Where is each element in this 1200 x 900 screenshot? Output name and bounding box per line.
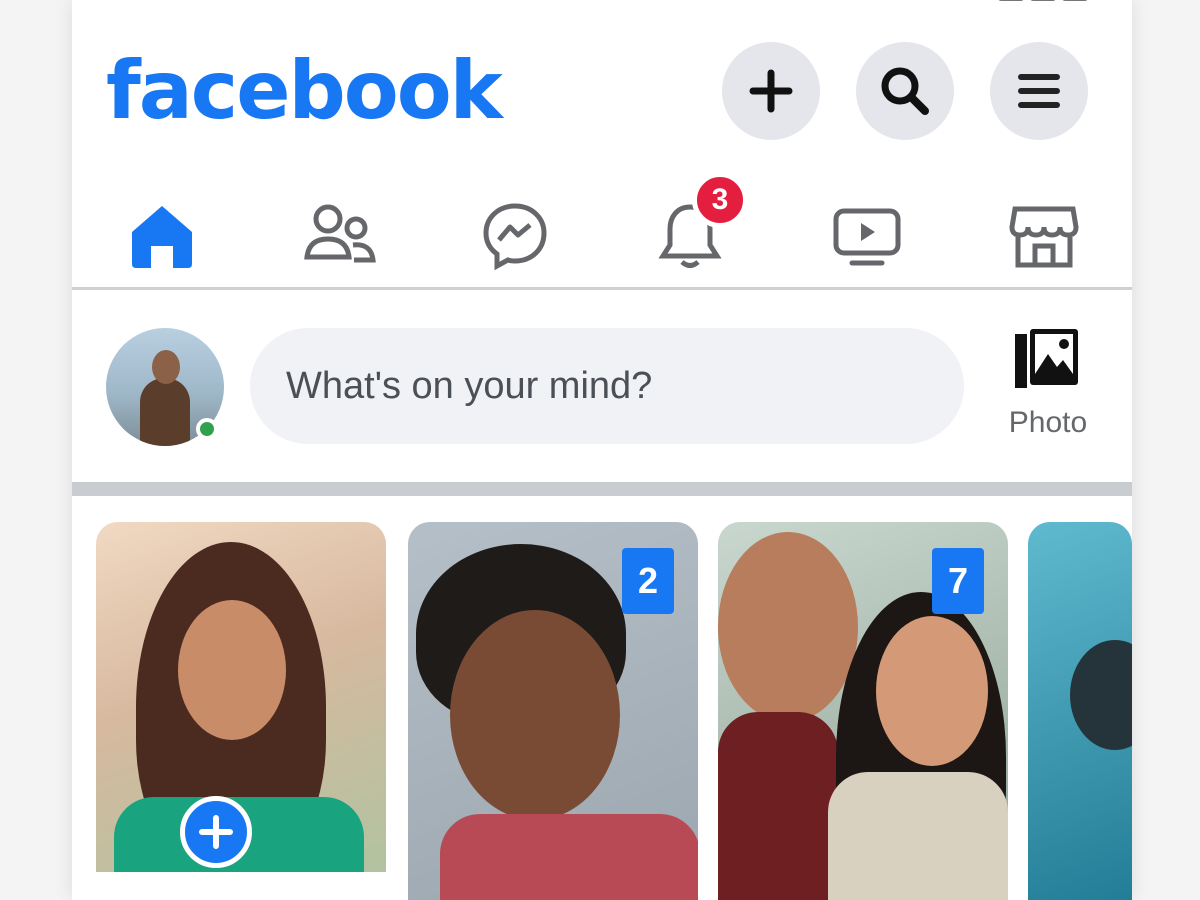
create-story-footer	[96, 872, 386, 900]
create-button[interactable]	[722, 42, 820, 140]
tab-friends[interactable]	[290, 188, 390, 284]
add-story-button[interactable]	[180, 796, 252, 868]
photo-label[interactable]: Photo	[988, 406, 1108, 440]
search-icon	[881, 67, 929, 115]
status-bar	[72, 0, 1132, 6]
story-count-badge: 7	[932, 548, 984, 614]
messenger-icon	[483, 203, 547, 271]
whats-on-your-mind-input[interactable]: What's on your mind?	[250, 328, 964, 444]
story-face	[450, 610, 620, 820]
menu-button[interactable]	[990, 42, 1088, 140]
section-divider	[72, 482, 1132, 496]
story-count-badge: 2	[622, 548, 674, 614]
stories-tray: 2 7	[72, 496, 1132, 900]
story-face	[1070, 640, 1132, 750]
story-shirt	[828, 772, 1008, 900]
watch-icon	[833, 208, 901, 266]
main-navigation	[72, 180, 1132, 290]
photo-icon[interactable]	[1012, 326, 1082, 394]
marketplace-icon	[1009, 206, 1079, 268]
facebook-logo[interactable]: facebook	[106, 44, 503, 137]
story-card[interactable]: 7	[718, 522, 1008, 900]
facebook-mobile-screen: facebook 3 What's on your mind? Photo 2 …	[72, 0, 1132, 900]
home-icon	[132, 206, 192, 268]
search-button[interactable]	[856, 42, 954, 140]
tab-marketplace[interactable]	[994, 188, 1094, 284]
notifications-badge: 3	[692, 172, 748, 228]
menu-icon	[1018, 74, 1060, 108]
story-face	[178, 600, 286, 740]
tab-messenger[interactable]	[465, 188, 565, 284]
story-shirt	[440, 814, 698, 900]
status-icons	[992, 0, 1102, 2]
story-card[interactable]: 2	[408, 522, 698, 900]
story-shirt	[718, 712, 838, 900]
plus-icon	[199, 815, 233, 849]
plus-icon	[749, 69, 793, 113]
story-card[interactable]	[1028, 522, 1132, 900]
tab-watch[interactable]	[817, 188, 917, 284]
post-composer: What's on your mind? Photo	[72, 292, 1132, 482]
online-status-dot	[196, 418, 218, 440]
story-face	[718, 532, 858, 722]
story-face	[876, 616, 988, 766]
friends-icon	[304, 204, 376, 263]
tab-home[interactable]	[112, 188, 212, 284]
